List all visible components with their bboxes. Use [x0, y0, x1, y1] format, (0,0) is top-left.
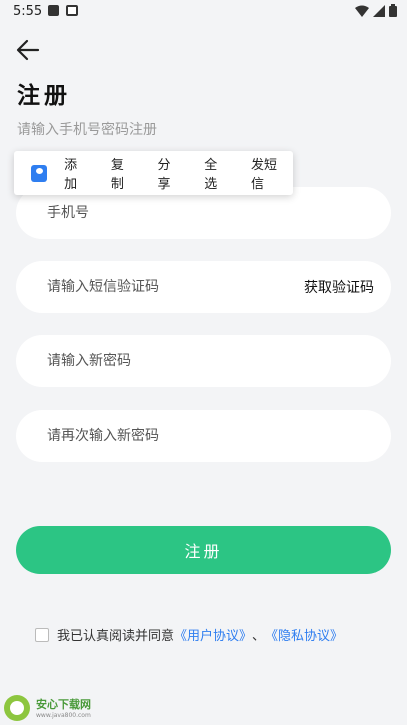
- confirm-password-input[interactable]: [45, 427, 289, 445]
- agreement-text: 我已认真阅读并同意: [57, 629, 175, 644]
- agree-checkbox[interactable]: [35, 627, 49, 642]
- signal-icon: [373, 4, 385, 17]
- page-subtitle: 请输入手机号密码注册: [17, 122, 157, 138]
- status-time: 5:55: [13, 4, 43, 19]
- watermark-url: www.java800.com: [36, 712, 91, 719]
- status-bar: 5:55: [0, 0, 407, 24]
- sms-code-field[interactable]: 获取验证码: [16, 261, 391, 313]
- sms-code-input[interactable]: [45, 278, 289, 296]
- heart-logo-icon: [4, 694, 30, 721]
- notification-icon-2: [66, 5, 78, 16]
- confirm-password-field[interactable]: [16, 410, 391, 462]
- battery-icon: [389, 4, 397, 17]
- watermark: 安心下载网 www.java800.com: [0, 690, 110, 725]
- notification-icon: [48, 5, 59, 16]
- menu-item-send-sms[interactable]: 发短信: [246, 154, 293, 192]
- wifi-icon: [355, 5, 369, 17]
- watermark-name: 安心下载网: [36, 698, 91, 711]
- menu-item-copy[interactable]: 复制: [106, 154, 141, 192]
- agreement-separator: 、: [252, 629, 266, 644]
- menu-item-share[interactable]: 分享: [153, 154, 188, 192]
- phone-input[interactable]: [45, 204, 289, 222]
- menu-item-add[interactable]: 添加: [59, 154, 94, 192]
- menu-item-select-all[interactable]: 全选: [199, 154, 234, 192]
- page-title: 注册: [17, 83, 71, 109]
- text-context-menu: 添加 复制 分享 全选 发短信: [14, 151, 293, 195]
- back-arrow-icon[interactable]: [14, 36, 42, 64]
- privacy-policy-link[interactable]: 《隐私协议》: [265, 625, 343, 644]
- user-agreement-link[interactable]: 《用户协议》: [174, 625, 252, 644]
- register-button[interactable]: 注册: [16, 526, 391, 574]
- contacts-app-icon: [31, 164, 48, 182]
- new-password-field[interactable]: [16, 335, 391, 387]
- status-icons: [355, 4, 397, 17]
- new-password-input[interactable]: [45, 352, 289, 370]
- agreement-row: 我已认真阅读并同意 《用户协议》 、 《隐私协议》: [35, 625, 343, 644]
- get-code-button[interactable]: 获取验证码: [304, 261, 374, 313]
